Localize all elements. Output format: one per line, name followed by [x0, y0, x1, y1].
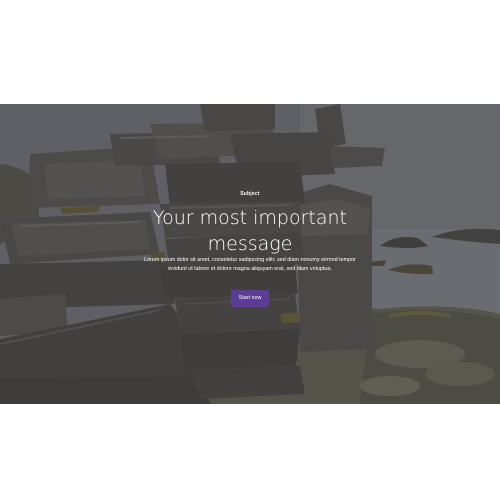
hero-banner: Subject Your most important message Lore…: [0, 104, 500, 404]
start-now-button[interactable]: Start now: [231, 290, 269, 307]
hero-headline: Your most important message: [0, 205, 500, 257]
hero-headline-line-1: Your most important: [153, 207, 347, 229]
page: Subject Your most important message Lore…: [0, 0, 500, 500]
hero-content: Subject Your most important message Lore…: [0, 104, 500, 404]
hero-headline-line-2: message: [207, 233, 293, 255]
hero-body-text: Lorem ipsum dolor sit amet, consetetur s…: [138, 256, 362, 273]
hero-eyebrow: Subject: [240, 191, 260, 197]
hero-body-line-1: Lorem ipsum dolor sit amet, consetetur s…: [144, 257, 356, 263]
hero-body-line-2: invidunt ut labore et dolore magna aliqu…: [168, 265, 332, 272]
